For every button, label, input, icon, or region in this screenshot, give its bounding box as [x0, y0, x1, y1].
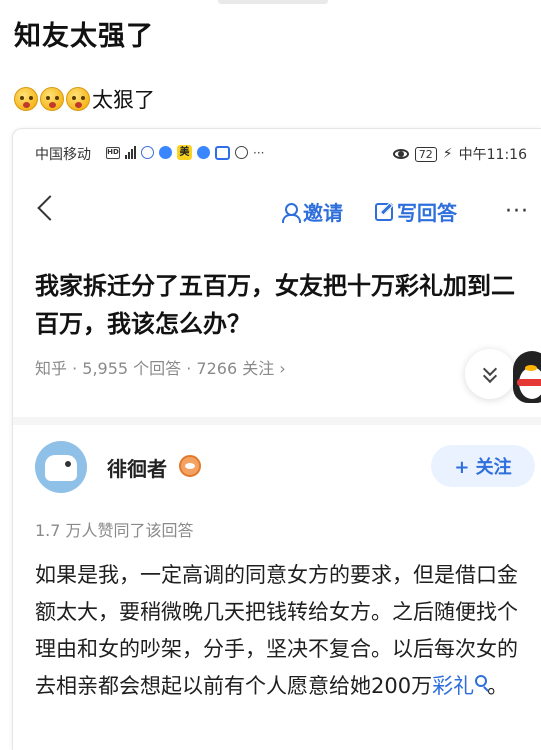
invite-button[interactable]: 邀请 — [281, 197, 343, 226]
eye-icon — [392, 149, 409, 159]
wifi-icon — [141, 146, 154, 159]
question-title[interactable]: 我家拆迁分了五百万，女友把十万彩礼加到二百万，我该怎么办？ — [35, 267, 525, 343]
invite-label: 邀请 — [303, 201, 343, 225]
carrier-label: 中国移动 — [35, 147, 91, 163]
expand-button[interactable] — [465, 349, 515, 399]
edit-icon — [375, 202, 393, 221]
hd-icon: HD — [106, 146, 120, 159]
likes-count: 1.7 万人赞同了该回答 — [35, 521, 194, 540]
app-notification-icon — [159, 146, 172, 159]
post-title: 知友太强了 — [14, 21, 154, 52]
author-row: 徘徊者 + 关注 — [35, 441, 535, 497]
qq-penguin-icon[interactable] — [511, 351, 541, 411]
follow-button[interactable]: + 关注 — [431, 445, 535, 487]
question-meta[interactable]: 知乎 · 5,955 个回答 · 7266 关注 › — [35, 355, 286, 379]
avatar[interactable] — [35, 441, 87, 493]
charging-icon: ⚡ — [442, 146, 453, 162]
clock: 中午11:16 — [458, 147, 527, 163]
embedded-screenshot: 中国移动 HD 美 ··· 72 ⚡ 中午11:16 邀请 写回答 ··· 我家… — [12, 128, 541, 750]
nav-bar: 邀请 写回答 ··· — [13, 189, 541, 231]
surprised-face-emoji-icon — [40, 87, 64, 111]
back-arrow-icon[interactable] — [35, 193, 55, 225]
person-icon — [281, 202, 301, 223]
top-drag-handle — [218, 0, 328, 4]
signal-icon — [125, 146, 136, 159]
status-icons: HD 美 ··· — [106, 145, 264, 160]
battery-icon: 72 — [414, 146, 437, 162]
location-icon — [235, 146, 248, 159]
answer-body[interactable]: 如果是我，一定高调的同意女方的要求，但是借口金额太大，要稍微晚几天把钱转给女方。… — [35, 557, 527, 705]
search-icon[interactable] — [475, 675, 488, 687]
write-answer-label: 写回答 — [397, 201, 457, 225]
post-caption: 太狠了 — [92, 88, 155, 112]
app-notification-icon — [197, 146, 210, 159]
app-notification-icon — [215, 145, 230, 160]
answer-end: 。 — [487, 674, 509, 698]
meituan-icon: 美 — [177, 145, 192, 160]
more-icon[interactable]: ··· — [505, 199, 529, 224]
author-badge-icon — [179, 455, 201, 477]
caili-link[interactable]: 彩礼 — [432, 674, 474, 698]
write-answer-button[interactable]: 写回答 — [375, 197, 457, 226]
post-caption-row: 太狠了 — [14, 84, 155, 114]
author-name[interactable]: 徘徊者 — [107, 453, 167, 482]
chevron-down-icon — [483, 365, 497, 383]
status-right: 72 ⚡ 中午11:16 — [392, 144, 527, 164]
more-notifications-icon: ··· — [253, 145, 265, 160]
status-bar: 中国移动 HD 美 ··· 72 ⚡ 中午11:16 — [13, 141, 541, 167]
surprised-face-emoji-icon — [66, 87, 90, 111]
section-divider — [13, 417, 541, 425]
surprised-face-emoji-icon — [14, 87, 38, 111]
